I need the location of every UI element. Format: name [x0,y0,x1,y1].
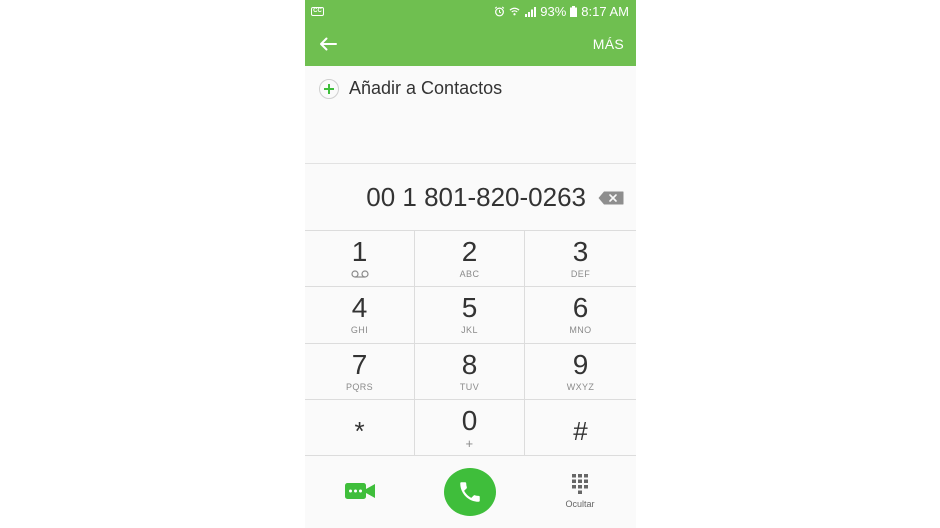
phone-screen: CC 93% 8:17 AM MÁS Añadir a Contactos 00… [305,0,636,528]
signal-icon [525,6,537,17]
battery-percent: 93% [540,3,567,19]
key-1[interactable]: 1 [305,231,415,288]
hide-keypad-button[interactable]: Ocultar [560,474,600,509]
key-digit: 2 [461,236,478,267]
key-letters: MNO [569,325,592,336]
key-digit: 8 [461,348,478,380]
key-digit: 0 [461,404,478,436]
arrow-left-icon [320,37,337,51]
key-6[interactable]: 6 MNO [525,287,636,344]
key-0[interactable]: 0 + [415,399,525,456]
key-letters: DEF [570,269,591,279]
key-letters: WXYZ [566,381,595,392]
key-digit: 6 [572,292,589,324]
key-star[interactable]: * [305,399,415,456]
key-digit: 1 [351,236,368,267]
number-display: 00 1 801-820-0263 [305,165,636,231]
status-bar: CC 93% 8:17 AM [305,0,636,22]
backspace-icon[interactable] [598,191,624,205]
hide-keypad-label: Ocultar [565,499,595,509]
video-call-icon[interactable] [345,482,375,500]
key-8[interactable]: 8 TUV [415,343,525,400]
dialed-number[interactable]: 00 1 801-820-0263 [366,182,586,213]
keypad: 1 2 ABC 3 DEF 4 GHI 5 JKL 6 MNO 7 PQRS 8… [305,231,636,456]
add-to-contacts-label: Añadir a Contactos [349,78,503,98]
key-digit: # [573,415,588,446]
voicemail-icon [350,270,369,278]
key-letters: GHI [350,325,369,336]
key-5[interactable]: 5 JKL [415,287,525,344]
key-letters: + [465,435,474,451]
alarm-icon [495,6,505,16]
key-letters: JKL [461,325,478,336]
key-letters: TUV [459,381,480,392]
status-time: 8:17 AM [581,3,629,19]
key-digit: 4 [351,292,368,324]
key-hash[interactable]: # [525,399,636,456]
status-left: CC [311,6,324,16]
battery-icon [570,5,578,17]
status-right: 93% 8:17 AM [494,4,629,19]
key-digit: 7 [351,348,368,380]
phone-icon [460,482,480,502]
key-4[interactable]: 4 GHI [305,287,415,344]
call-button[interactable] [444,468,496,516]
add-contact-area: Añadir a Contactos [305,66,636,164]
key-digit: 3 [572,236,589,267]
back-button[interactable] [317,33,339,55]
key-digit: 5 [461,292,478,324]
bottom-bar: Ocultar [305,456,636,528]
key-digit: * [354,415,365,446]
notification-badge-icon: CC [311,6,324,16]
key-letters: ABC [459,269,480,279]
wifi-icon [509,7,520,15]
app-bar: MÁS [305,22,636,66]
dialpad-icon [572,474,588,494]
plus-icon [319,78,339,99]
key-7[interactable]: 7 PQRS [305,343,415,400]
key-digit: 9 [572,348,589,380]
key-2[interactable]: 2 ABC [415,231,525,288]
more-button[interactable]: MÁS [593,36,624,52]
key-letters: PQRS [345,381,374,392]
key-3[interactable]: 3 DEF [525,231,636,288]
key-9[interactable]: 9 WXYZ [525,343,636,400]
add-to-contacts-button[interactable]: Añadir a Contactos [319,78,502,99]
